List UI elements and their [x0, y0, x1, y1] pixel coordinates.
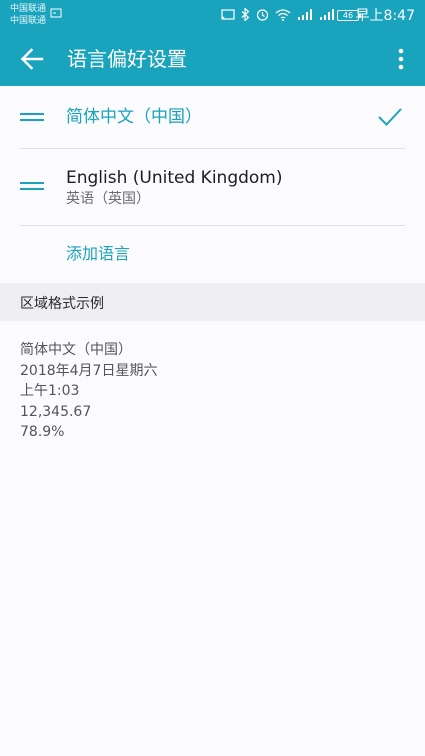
region-format-examples: 简体中文（中国） 2018年4月7日星期六 上午1:03 12,345.67 7…: [20, 340, 157, 443]
wifi-icon: [275, 8, 291, 21]
page-title: 语言偏好设置: [67, 47, 187, 71]
app-bar: 语言偏好设置: [0, 33, 425, 86]
signal-icon-2: [320, 8, 334, 20]
format-number: 12,345.67: [20, 403, 92, 420]
cast-icon: [50, 8, 62, 18]
status-icons: [221, 8, 335, 21]
back-button[interactable]: [14, 43, 50, 75]
status-time: 早上8:47: [355, 8, 415, 24]
more-options-button[interactable]: [389, 43, 413, 75]
add-language-button[interactable]: 添加语言: [66, 243, 130, 265]
drag-handle-icon[interactable]: [20, 180, 46, 192]
carrier-info: 中国联通 中国联通: [10, 3, 46, 27]
bluetooth-icon: [241, 8, 250, 21]
arrow-back-icon: [20, 48, 44, 70]
alarm-icon: [256, 9, 269, 21]
language-item-en-gb[interactable]: English (United Kingdom) 英语（英国）: [0, 86, 425, 226]
status-bar: 中国联通 中国联通 46 早上8:47: [0, 0, 425, 33]
region-format-header: 区域格式示例: [0, 283, 425, 321]
screen-cast-icon: [221, 8, 235, 20]
section-title: 区域格式示例: [20, 296, 104, 312]
format-percent: 78.9%: [20, 424, 65, 440]
language-name: English (United Kingdom): [66, 168, 283, 188]
format-date: 2018年4月7日星期六: [20, 362, 158, 379]
language-list: 简体中文（中国） English (United Kingdom) 英语（英国）…: [0, 86, 425, 263]
carrier-2: 中国联通: [10, 16, 47, 26]
format-time: 上午1:03: [20, 383, 80, 399]
divider: [20, 225, 405, 226]
carrier-1: 中国联通: [10, 4, 47, 14]
more-vert-icon: [398, 48, 404, 70]
signal-icon: [298, 8, 312, 20]
language-subtitle: 英语（英国）: [66, 191, 150, 207]
format-language: 简体中文（中国）: [20, 342, 132, 358]
